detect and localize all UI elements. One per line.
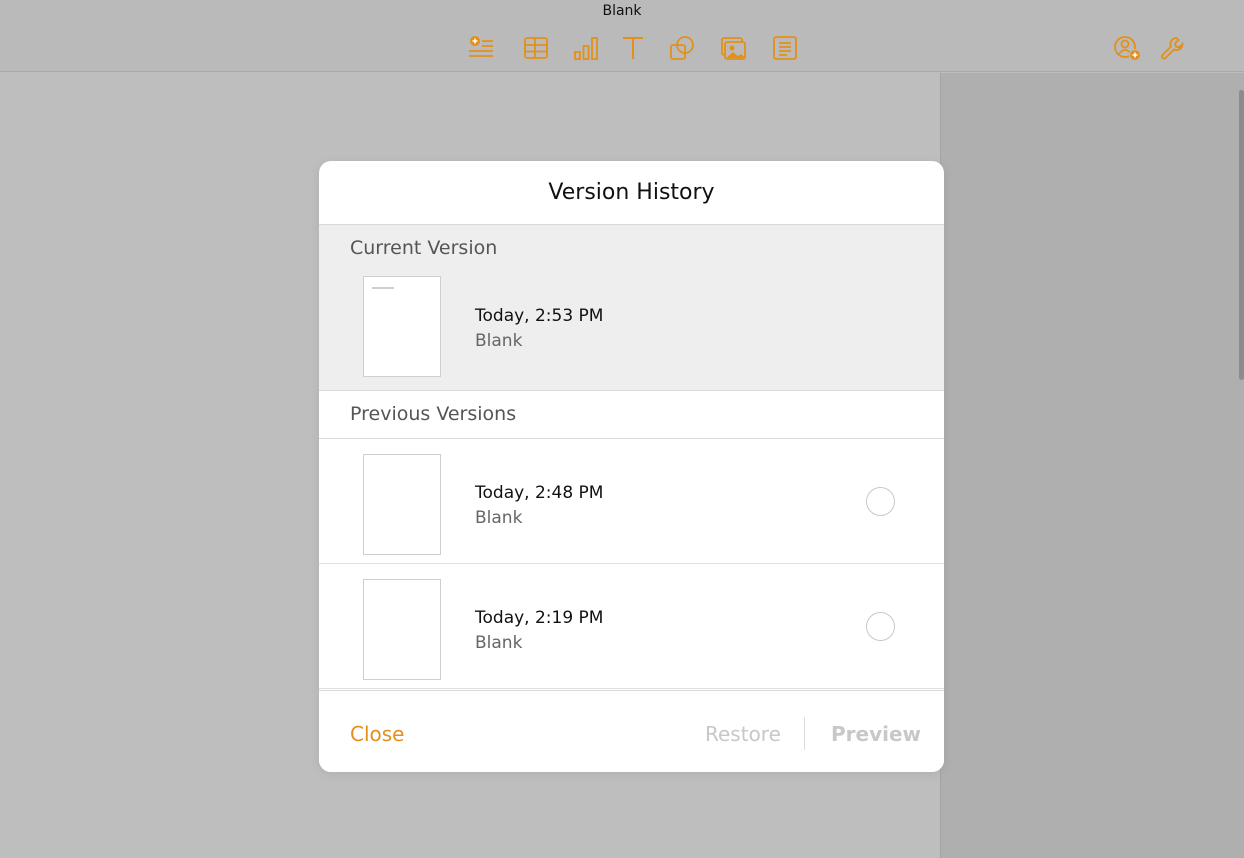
text-icon[interactable]: [618, 33, 648, 63]
comment-icon[interactable]: [770, 33, 800, 63]
chart-icon[interactable]: [571, 33, 601, 63]
version-name: Blank: [475, 508, 523, 528]
current-version-thumbnail: [363, 276, 441, 377]
wrench-icon[interactable]: [1158, 33, 1188, 63]
version-select-radio[interactable]: [866, 612, 895, 641]
close-button[interactable]: Close: [350, 722, 404, 746]
version-time: Today, 2:19 PM: [475, 608, 604, 628]
current-version-name: Blank: [475, 331, 523, 351]
dialog-footer: Close Restore Preview: [319, 690, 944, 772]
shape-icon[interactable]: [667, 33, 697, 63]
dialog-header: Version History: [319, 161, 944, 225]
current-version-time: Today, 2:53 PM: [475, 306, 604, 326]
restore-button[interactable]: Restore: [705, 722, 781, 746]
version-thumbnail: [363, 579, 441, 680]
previous-versions-label: Previous Versions: [350, 403, 517, 425]
scrollbar[interactable]: [1239, 90, 1244, 380]
previous-versions-header: Previous Versions: [319, 391, 944, 439]
collaborate-icon[interactable]: [1112, 33, 1142, 63]
version-select-radio[interactable]: [866, 487, 895, 516]
side-panel: [940, 73, 1244, 858]
version-time: Today, 2:48 PM: [475, 483, 604, 503]
footer-divider: [804, 717, 805, 750]
media-icon[interactable]: [718, 33, 748, 63]
version-name: Blank: [475, 633, 523, 653]
version-history-dialog: Version History Current Version Today, 2…: [319, 161, 944, 772]
table-icon[interactable]: [521, 33, 551, 63]
toolbar: Blank: [0, 0, 1244, 72]
current-version-label: Current Version: [350, 237, 498, 259]
window-title: Blank: [602, 3, 642, 19]
thumbnail-text-line: [372, 287, 394, 289]
version-row[interactable]: Today, 2:48 PM Blank: [319, 439, 944, 564]
dialog-title: Version History: [548, 180, 715, 205]
version-row[interactable]: Today, 2:19 PM Blank: [319, 564, 944, 689]
version-thumbnail: [363, 454, 441, 555]
preview-button[interactable]: Preview: [831, 722, 921, 746]
insert-icon[interactable]: [466, 33, 496, 63]
current-version-section: Current Version Today, 2:53 PM Blank: [319, 225, 944, 391]
